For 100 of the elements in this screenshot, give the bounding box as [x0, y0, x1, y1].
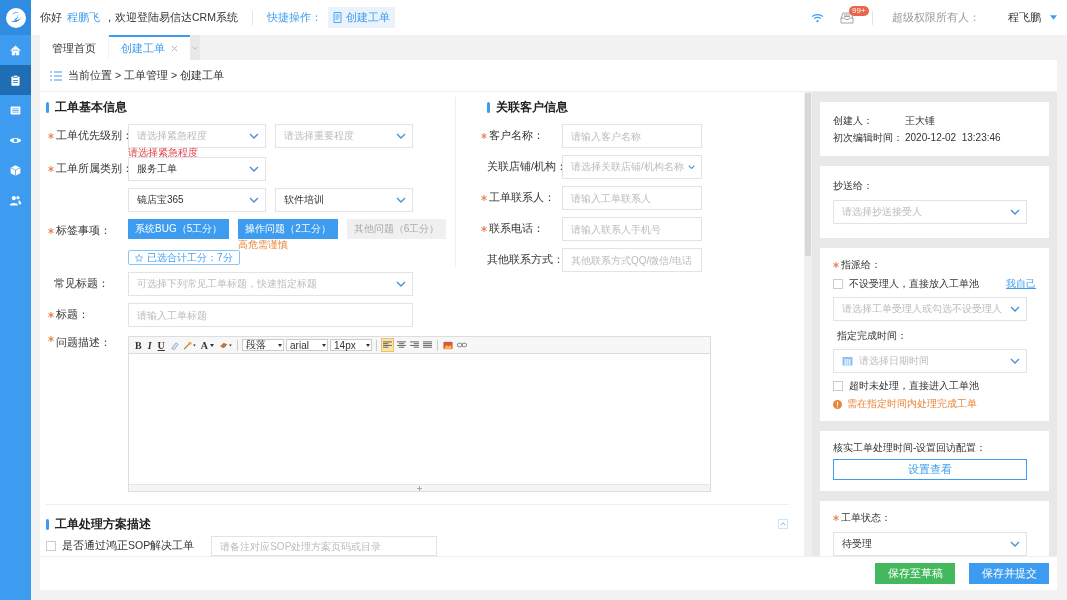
chevron-up-icon — [780, 522, 786, 526]
font-color-button[interactable]: A — [198, 338, 217, 352]
scrollbar[interactable] — [804, 92, 812, 556]
owner-name[interactable]: 程飞鹏 — [1008, 10, 1041, 25]
tag-button[interactable]: 系统BUG（5工分） — [128, 219, 230, 239]
field-label: 核实工单处理时间-设置回访配置： — [833, 441, 987, 454]
field-label: 抄送给： — [833, 179, 873, 192]
list-icon — [9, 103, 22, 117]
greeting-text: 你好 — [40, 10, 62, 25]
select-field[interactable]: 镜店宝365 — [128, 188, 266, 212]
chevron-down-icon — [192, 45, 198, 50]
format-button[interactable]: I — [145, 338, 154, 352]
caret-down-icon — [322, 343, 327, 347]
field-label: 标题： — [56, 308, 89, 322]
hint-text: 需在指定时间内处理完成工单 — [847, 397, 977, 411]
caret-down-icon — [210, 343, 215, 347]
chevron-down-icon — [1010, 209, 1020, 215]
quick-actions-label: 快捷操作： — [266, 10, 322, 25]
info-value: 2020-12-02 13:23:46 — [905, 131, 1001, 145]
checkbox-label: 是否通过鸿正SOP解决工单 — [62, 539, 195, 553]
field-label: 问题描述： — [56, 336, 111, 350]
select-field[interactable]: 软件培训 — [275, 188, 413, 212]
font-dropdown[interactable]: arial — [286, 339, 329, 351]
checkbox-label: 超时未处理，直接进入工单池 — [849, 379, 979, 393]
field-label: 工单状态： — [841, 511, 891, 524]
collapse-button[interactable] — [778, 519, 788, 529]
chevron-down-icon — [687, 164, 695, 170]
select-field[interactable]: 请选择关联店铺/机构名称 — [562, 155, 702, 179]
chevron-down-icon — [396, 133, 406, 139]
owner-label: 超级权限所有人： — [892, 10, 980, 25]
info-value: 王大锤 — [905, 114, 935, 128]
box-icon — [9, 163, 22, 177]
chevron-down-icon — [1010, 306, 1020, 312]
document-icon — [332, 12, 343, 23]
section-title: 工单基本信息 — [55, 98, 127, 116]
caret-down-icon[interactable] — [1050, 15, 1057, 20]
sidebar-item[interactable] — [0, 65, 31, 95]
field-label: 常见标题： — [54, 277, 109, 291]
breadcrumb: 当前位置 > 工单管理 > 创建工单 — [68, 68, 224, 83]
chevron-down-icon — [249, 197, 259, 203]
wifi-icon[interactable] — [811, 12, 824, 23]
settings-button[interactable]: 设置查看 — [833, 459, 1027, 480]
inbox-icon[interactable] — [840, 11, 854, 24]
select-field[interactable]: 请选择抄送接受人 — [833, 200, 1027, 224]
chevron-down-icon — [396, 197, 406, 203]
tag-button[interactable]: 操作问题（2工分） — [238, 219, 338, 239]
chevron-down-icon — [249, 133, 259, 139]
field-label: 工单联系人： — [489, 191, 555, 205]
logo-icon — [4, 6, 27, 29]
info-label: 初次编辑时间： — [833, 131, 904, 145]
checkbox[interactable] — [833, 279, 843, 289]
tab[interactable]: 管理首页 — [40, 35, 108, 60]
caret-down-icon — [366, 343, 371, 347]
field-label: 其他联系方式： — [487, 253, 564, 267]
field-label: 标签事项： — [56, 224, 111, 238]
welcome-text: ，欢迎登陆易信达CRM系统 — [104, 10, 238, 25]
info-icon — [833, 399, 842, 409]
home-icon — [9, 43, 22, 57]
paragraph-dropdown[interactable]: 段落 — [242, 339, 285, 351]
error-message: 请选择紧急程度 — [128, 148, 199, 158]
info-label: 创建人： — [833, 114, 874, 128]
assign-self-link[interactable]: 我自己 — [1006, 277, 1036, 291]
notification-badge: 99+ — [849, 5, 869, 16]
checkbox-label: 不设受理人，直接放入工单池 — [849, 277, 979, 291]
clipboard-icon — [9, 73, 22, 87]
checkbox[interactable] — [833, 381, 843, 391]
align-left-icon[interactable] — [381, 338, 395, 352]
chevron-down-icon — [249, 166, 259, 172]
chevron-down-icon — [1010, 358, 1020, 364]
create-ticket-shortcut[interactable]: 创建工单 — [327, 7, 395, 28]
users-icon — [9, 193, 22, 207]
input-field[interactable]: 请输入联系人手机号 — [562, 217, 702, 241]
field-label: 联系电话： — [489, 222, 544, 236]
points-text: 已选合计工分：7分 — [147, 250, 233, 265]
caret-down-icon — [278, 343, 283, 347]
resize-grip-icon — [416, 485, 423, 491]
star-icon — [135, 253, 143, 262]
list-icon — [50, 70, 62, 81]
tab[interactable]: 创建工单 — [109, 35, 190, 60]
calendar-icon — [842, 356, 853, 366]
submit-button[interactable]: 保存并提交 — [969, 563, 1049, 584]
format-button[interactable]: U — [155, 338, 167, 352]
format-button[interactable]: B — [133, 338, 144, 352]
select-field[interactable]: 服务工单 — [128, 157, 266, 181]
section-title: 工单处理方案描述 — [55, 515, 151, 533]
size-dropdown[interactable]: 14px — [330, 339, 373, 351]
section-title: 关联客户信息 — [496, 98, 568, 116]
field-label: 指派给： — [841, 258, 881, 271]
field-label: 客户名称： — [489, 129, 544, 143]
save-draft-button[interactable]: 保存至草稿 — [875, 563, 955, 584]
warning-note: 高危需谨慎 — [238, 239, 290, 250]
select-field[interactable]: 请选择紧急程度 — [128, 124, 266, 148]
field-label: 指定完成时间： — [837, 330, 907, 341]
select-field[interactable]: 待受理 — [833, 532, 1027, 556]
checkbox[interactable] — [46, 541, 56, 551]
close-icon[interactable] — [171, 45, 178, 52]
input-field[interactable]: 请输入客户名称 — [562, 124, 702, 148]
chevron-down-icon — [1010, 541, 1020, 547]
user-link[interactable]: 程鹏飞 — [67, 10, 100, 25]
chevron-down-icon — [396, 281, 406, 287]
